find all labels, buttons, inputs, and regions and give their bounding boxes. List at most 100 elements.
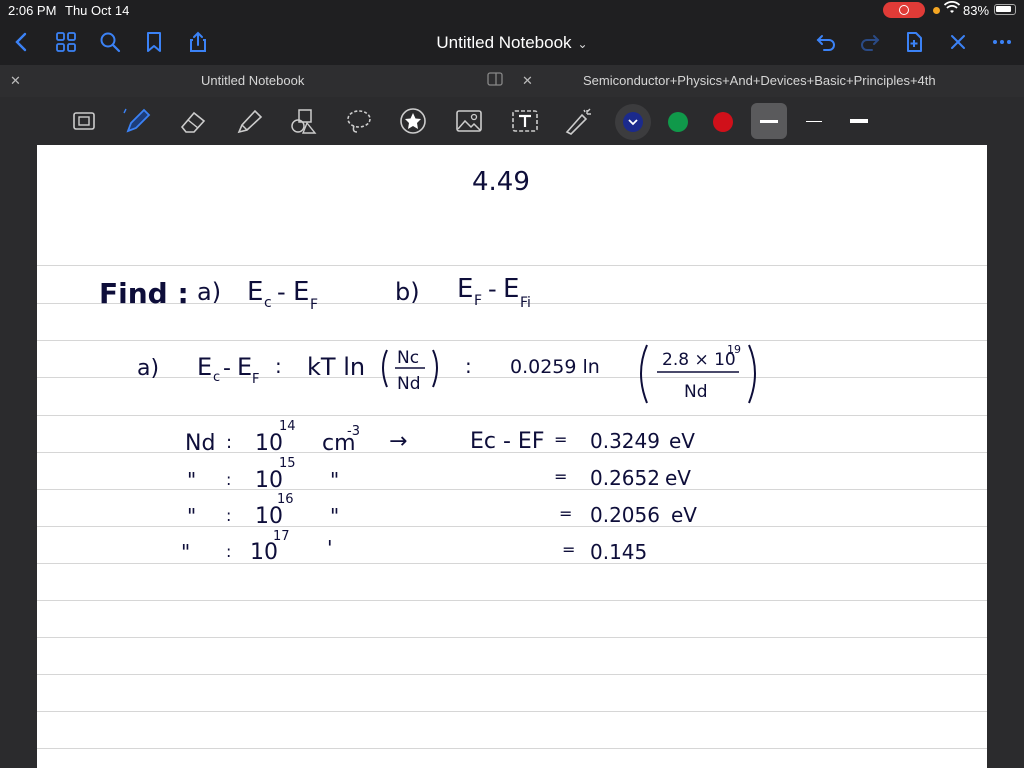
wifi-icon <box>943 1 961 18</box>
frac-nd: Nd <box>397 374 421 394</box>
battery-icon <box>994 4 1016 15</box>
row-val: 10 <box>255 504 283 529</box>
row-exp: 15 <box>279 456 296 471</box>
status-time: 2:06 PM <box>8 3 57 18</box>
status-bar: 2:06 PM Thu Oct 14 83% <box>0 0 1024 20</box>
row-result: 0.145 <box>590 540 647 564</box>
status-date: Thu Oct 14 <box>65 3 130 18</box>
undo-icon[interactable] <box>814 30 838 54</box>
laser-pointer-icon[interactable] <box>564 107 594 135</box>
row-unit: ' <box>327 536 333 560</box>
row-res-eq: = <box>554 430 567 449</box>
nav-bar: Untitled Notebook ⌄ <box>0 20 1024 65</box>
row-sep: : <box>226 506 231 525</box>
drawing-toolbar <box>0 97 1024 145</box>
problem-number: 4.49 <box>472 167 530 197</box>
color-swatch-red[interactable] <box>713 112 733 132</box>
row-lhs: " <box>181 540 190 564</box>
row-result: 0.2652 <box>590 466 660 490</box>
ef-symbol-b: E <box>457 274 473 304</box>
stroke-width-thin[interactable] <box>806 121 822 122</box>
stroke-width-medium[interactable] <box>760 120 778 123</box>
pen-tool-icon[interactable] <box>122 107 152 135</box>
screen-recording-icon[interactable] <box>883 2 925 18</box>
elements-star-icon[interactable] <box>398 107 428 135</box>
row-unit-exp: -3 <box>347 424 360 439</box>
paren-right-2 <box>748 344 756 404</box>
eq-ef-sub: F <box>252 372 259 387</box>
ef-subscript: F <box>310 297 318 313</box>
more-icon[interactable] <box>990 30 1014 54</box>
eq-equals-2: : <box>465 354 472 378</box>
row-sep: : <box>226 432 232 453</box>
paren-right-1 <box>432 349 438 388</box>
row-sep: : <box>226 542 231 561</box>
row-result-unit: eV <box>669 429 695 453</box>
stroke-width-thick[interactable] <box>850 119 868 123</box>
eq-ef: E <box>237 353 252 381</box>
frac-nc: Nc <box>397 348 419 368</box>
row-unit: " <box>330 504 339 528</box>
tab-semiconductor-pdf[interactable]: Semiconductor+Physics+And+Devices+Basic+… <box>583 73 936 88</box>
image-tool-icon[interactable] <box>454 107 484 135</box>
row-lhs: " <box>187 468 196 492</box>
tab-close-icon[interactable]: ✕ <box>10 73 21 89</box>
eq-minus: - <box>223 356 231 381</box>
paren-left-1 <box>382 349 388 388</box>
frac-den-nd: Nd <box>684 382 708 402</box>
row-res-eq: = <box>562 540 575 559</box>
zoom-window-icon[interactable] <box>70 107 100 135</box>
row-result-label: Ec - EF <box>470 429 544 454</box>
find-a-minus: - <box>277 278 286 306</box>
ef-symbol: E <box>293 277 309 307</box>
notebook-page[interactable]: 4.49 Find : a) E c - E F b) E F - E Fi a… <box>37 145 987 768</box>
document-tab-bar: ✕ Untitled Notebook ✕ Semiconductor+Phys… <box>0 65 1024 97</box>
kt-ln: kT ln <box>307 353 365 381</box>
row-exp: 14 <box>279 419 296 434</box>
part-b-label: b) <box>395 278 420 306</box>
row-result: 0.3249 <box>590 429 660 453</box>
paren-left-2 <box>640 344 648 404</box>
tab-untitled-notebook[interactable]: Untitled Notebook <box>201 73 304 88</box>
notebook-title-label: Untitled Notebook <box>436 33 572 52</box>
lasso-tool-icon[interactable] <box>344 107 374 135</box>
find-label: Find : <box>99 277 189 310</box>
table-row: " : 10 16 " = 0.2056 eV <box>187 492 697 529</box>
ec-symbol: E <box>247 277 263 307</box>
efi-symbol: E <box>503 274 519 304</box>
row-exp: 17 <box>273 529 290 544</box>
color-swatch-navy[interactable] <box>623 112 643 132</box>
eq-ec-sub: c <box>213 370 220 385</box>
efi-subscript: Fi <box>520 295 531 311</box>
text-tool-icon[interactable] <box>510 107 540 135</box>
row-result: 0.2056 <box>590 503 660 527</box>
ec-subscript: c <box>264 295 272 311</box>
row-exp: 16 <box>277 492 294 507</box>
row-result-unit: eV <box>665 466 691 490</box>
battery-percent: 83% <box>963 3 990 18</box>
row-result-unit: eV <box>671 503 697 527</box>
tab-close-icon[interactable]: ✕ <box>522 73 533 89</box>
add-page-icon[interactable] <box>902 30 926 54</box>
color-swatch-green[interactable] <box>668 112 688 132</box>
eraser-tool-icon[interactable] <box>178 107 208 135</box>
handwritten-notes: 4.49 Find : a) E c - E F b) E F - E Fi a… <box>99 167 756 565</box>
arrow-icon: → <box>389 429 407 454</box>
row-sep: : <box>226 470 231 489</box>
row-val: 10 <box>255 431 283 456</box>
const-ln: 0.0259 ln <box>510 356 600 378</box>
row-res-eq: = <box>554 467 567 486</box>
table-row: Nd : 10 14 cm -3 → Ec - EF = 0.3249 eV <box>185 419 695 456</box>
table-row: " : 10 17 ' = 0.145 <box>181 529 647 565</box>
ef-subscript-b: F <box>474 293 482 309</box>
close-edit-icon[interactable] <box>946 30 970 54</box>
part-a-eq-label: a) <box>137 356 159 381</box>
redo-icon[interactable] <box>858 30 882 54</box>
split-view-icon[interactable] <box>487 72 503 89</box>
find-b-minus: - <box>488 275 497 303</box>
shapes-tool-icon[interactable] <box>288 107 318 135</box>
eq-equals-1: : <box>275 354 282 378</box>
chevron-down-icon: ⌄ <box>577 37 588 51</box>
highlighter-tool-icon[interactable] <box>234 107 264 135</box>
part-a-label: a) <box>197 278 221 306</box>
